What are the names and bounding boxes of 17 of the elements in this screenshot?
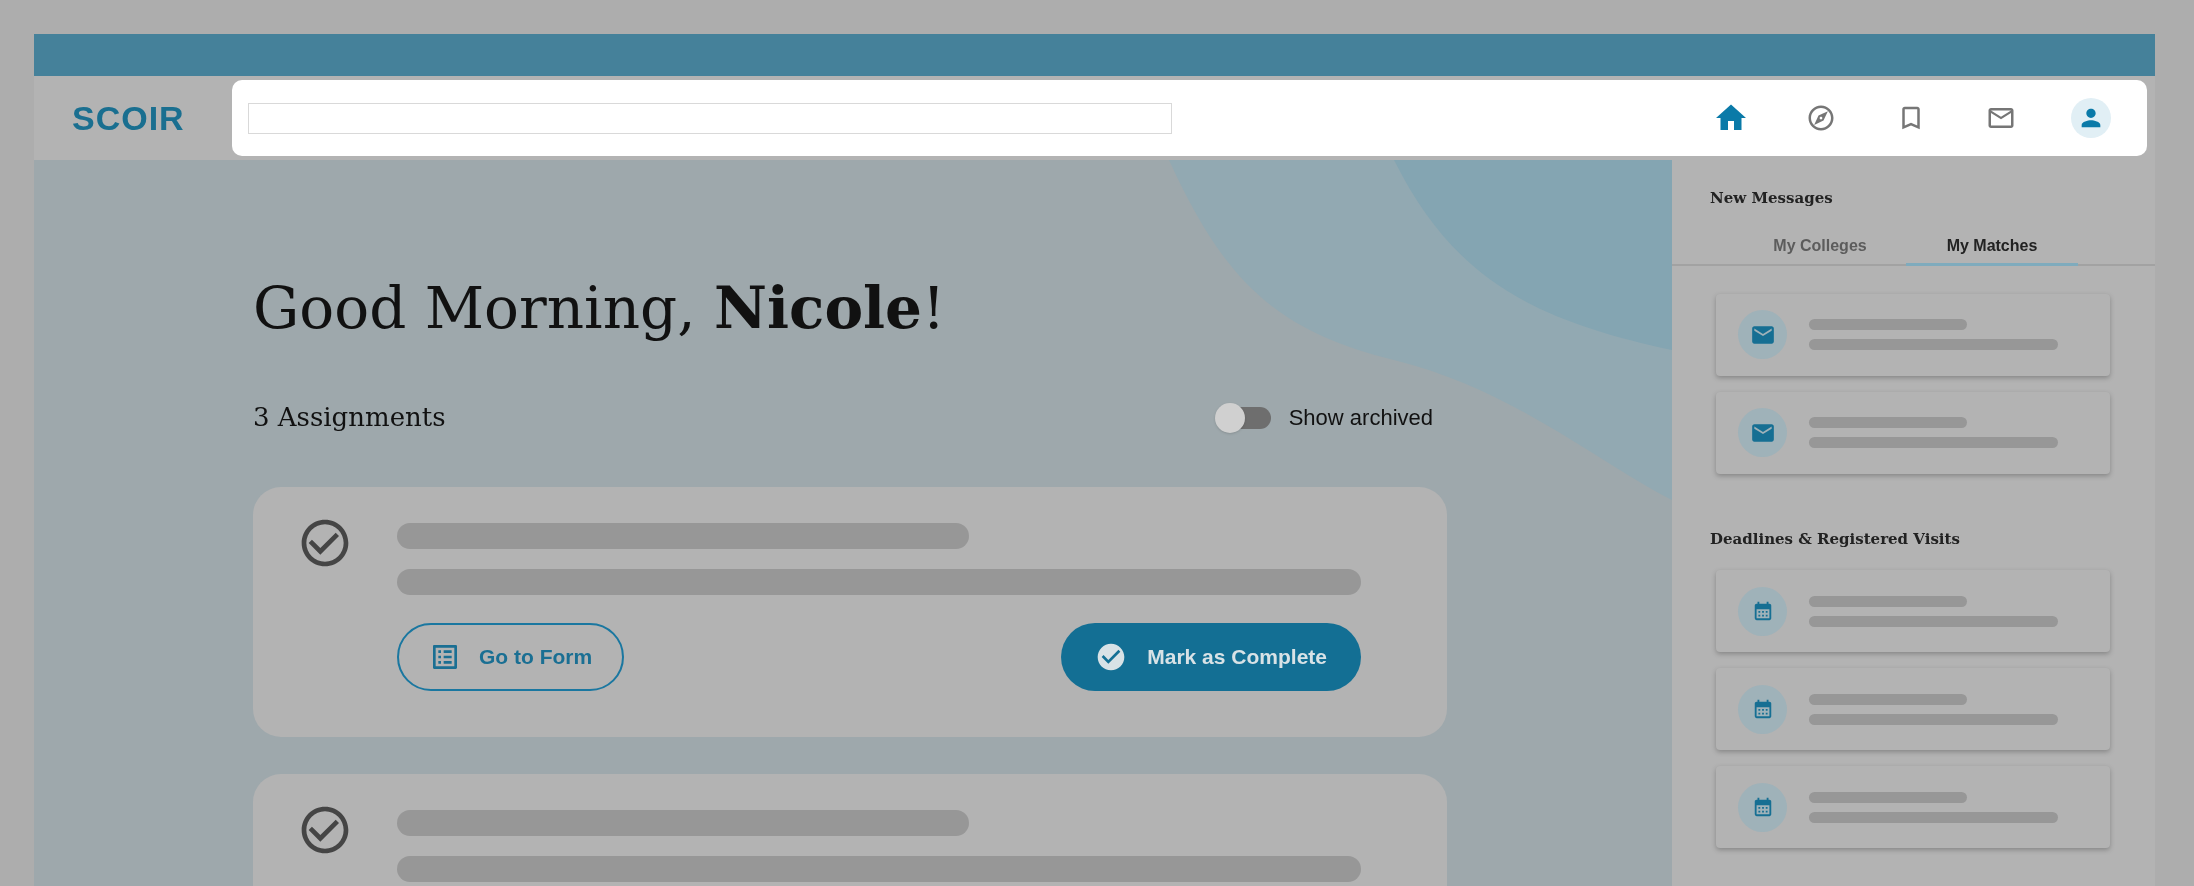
form-button[interactable]: Go to Form [397, 623, 625, 691]
search-field[interactable] [248, 102, 1172, 134]
logo: SCOIR [71, 97, 186, 139]
calendar-icon [1738, 684, 1787, 734]
mail-icon [1738, 310, 1787, 359]
assignments-count: 3 Assignments [253, 401, 446, 434]
greeting: Good Morning, Nicole! [253, 273, 947, 344]
calendar-icon [1738, 586, 1787, 636]
profile-icon[interactable] [2071, 98, 2111, 138]
section-title: New Messages [1709, 188, 1834, 209]
tab[interactable]: My Matches [1906, 229, 2078, 266]
section-title: Deadlines & Registered Visits [1709, 528, 1961, 550]
complete-button[interactable]: Mark as Complete [1061, 623, 1361, 691]
tab[interactable]: My Colleges [1734, 229, 1906, 266]
toggle-label: Show archived [1288, 404, 1433, 432]
calendar-icon [1738, 782, 1787, 832]
mail-icon [1738, 408, 1787, 457]
